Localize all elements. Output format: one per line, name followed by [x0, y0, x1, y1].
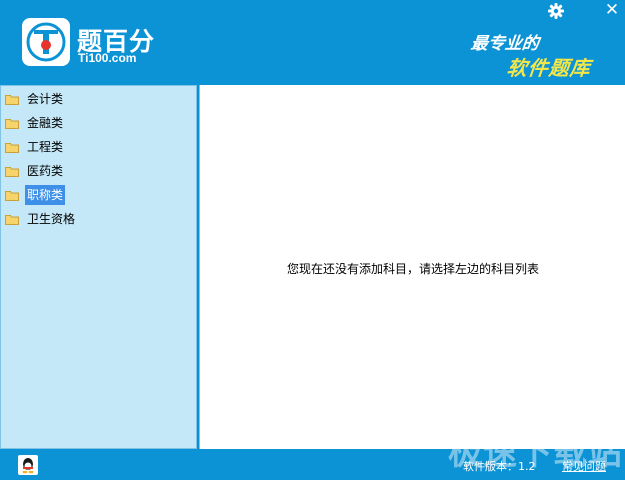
category-sidebar: 会计类 金融类 工程类 医药类 职称类 卫生资格 [0, 85, 197, 449]
status-bar: 软件版本：1.2 常见问题 [0, 449, 625, 480]
folder-icon [5, 214, 19, 225]
folder-icon [5, 166, 19, 177]
empty-state-message: 您现在还没有添加科目，请选择左边的科目列表 [286, 262, 539, 276]
folder-icon [5, 118, 19, 129]
close-button[interactable]: ✕ [603, 1, 621, 19]
qq-icon [18, 455, 38, 475]
folder-icon [5, 94, 19, 105]
app-domain: Ti100.com [78, 51, 137, 65]
category-item-medicine[interactable]: 医药类 [5, 161, 65, 181]
category-label: 卫生资格 [27, 212, 76, 226]
category-item-accounting[interactable]: 会计类 [5, 89, 65, 109]
settings-button[interactable] [547, 2, 565, 20]
category-label: 职称类 [25, 185, 66, 205]
logo-icon [26, 22, 66, 62]
app-logo [22, 18, 70, 66]
category-item-finance[interactable]: 金融类 [5, 113, 65, 133]
faq-link[interactable]: 常见问题 [562, 458, 606, 474]
folder-icon [5, 190, 19, 201]
qq-button[interactable] [18, 455, 38, 475]
version-text: 软件版本：1.2 [463, 460, 536, 473]
slogan-line-1: 最专业的 [469, 34, 540, 54]
slogan-line-2: 软件题库 [505, 56, 593, 80]
category-label: 会计类 [27, 92, 64, 106]
category-item-professional-title[interactable]: 职称类 [5, 185, 66, 205]
title-bar: 题百分 Ti100.com 最专业的 软件题库 ✕ [0, 0, 625, 85]
category-label: 金融类 [27, 116, 64, 130]
folder-icon [5, 142, 19, 153]
category-label: 工程类 [27, 140, 64, 154]
category-item-health-qualification[interactable]: 卫生资格 [5, 209, 77, 229]
category-item-engineering[interactable]: 工程类 [5, 137, 65, 157]
gear-icon [548, 3, 564, 19]
category-label: 医药类 [27, 164, 64, 178]
subject-panel: 您现在还没有添加科目，请选择左边的科目列表 [199, 85, 625, 449]
